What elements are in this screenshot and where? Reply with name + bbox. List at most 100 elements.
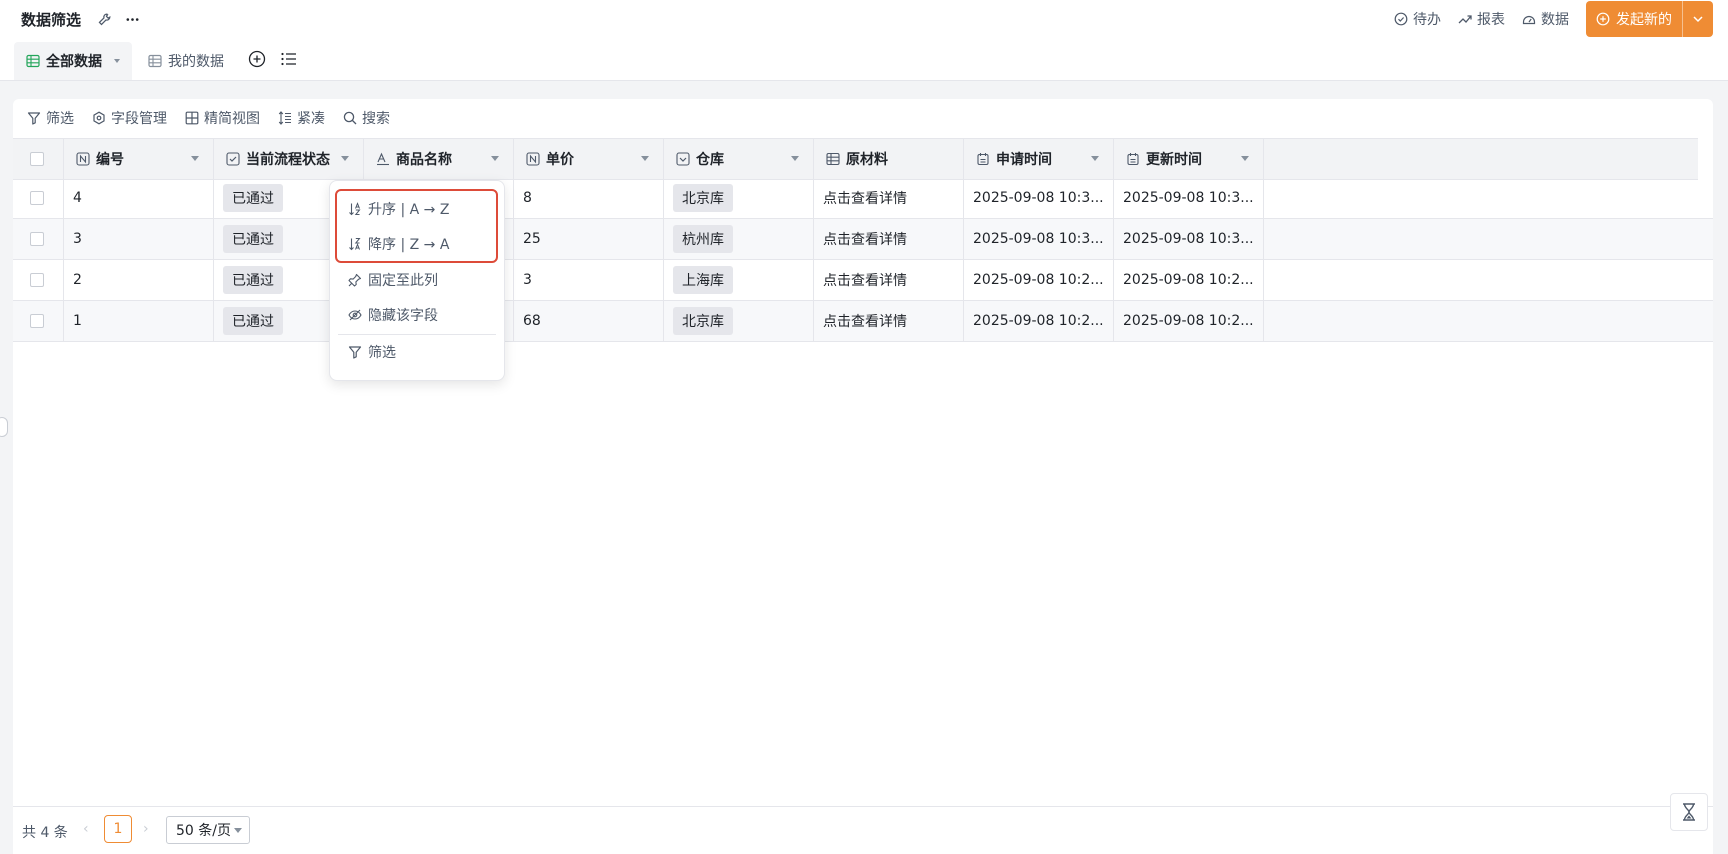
column-menu-caret[interactable] [641, 156, 649, 161]
table-row[interactable]: 4 已通过 8 北京库 点击查看详情 2025-09-08 10:3... 20… [13, 178, 1713, 219]
hide-field-item[interactable]: 隐藏该字段 [348, 304, 438, 326]
status-badge: 已通过 [223, 307, 283, 335]
settings-icon [93, 111, 105, 125]
select-all-cell [13, 139, 64, 179]
cell-warehouse: 上海库 [664, 260, 814, 300]
table-row[interactable]: 3 已通过 25 杭州库 点击查看详情 2025-09-08 10:3... 2… [13, 219, 1713, 260]
status-badge: 已通过 [223, 266, 283, 294]
column-header-product-name[interactable]: 商品名称 [364, 139, 514, 179]
compact-view-button[interactable]: 精简视图 [185, 108, 260, 128]
trend-icon [1458, 15, 1472, 24]
row-select-cell [13, 219, 64, 259]
page-size-label: 50 条/页 [176, 823, 231, 839]
hide-field-label: 隐藏该字段 [368, 308, 438, 324]
select-all-checkbox[interactable] [30, 152, 44, 166]
new-submission-button[interactable]: 发起新的 [1586, 1, 1713, 37]
tab-all-data-label: 全部数据 [46, 54, 102, 70]
cell-material-link[interactable]: 点击查看详情 [814, 301, 964, 341]
cell-material-link[interactable]: 点击查看详情 [814, 260, 964, 300]
more-icon[interactable] [124, 11, 140, 27]
cell-applied-time: 2025-09-08 10:2... [964, 301, 1114, 341]
row-checkbox[interactable] [30, 191, 44, 205]
filter-button[interactable]: 筛选 [27, 108, 74, 128]
prev-page-icon[interactable]: ‹ [83, 821, 89, 837]
pin-column-item[interactable]: 固定至此列 [348, 269, 438, 291]
column-header-applied-time[interactable]: 申请时间 [964, 139, 1114, 179]
row-checkbox[interactable] [30, 273, 44, 287]
cell-id: 4 [64, 178, 214, 218]
hourglass-icon[interactable] [1670, 793, 1708, 831]
column-header-updated-time[interactable]: 更新时间 [1114, 139, 1264, 179]
column-label-status: 当前流程状态 [246, 152, 330, 168]
table-row[interactable]: 1 已通过 68 北京库 点击查看详情 2025-09-08 10:2... 2… [13, 301, 1713, 342]
caret-down-icon[interactable] [114, 59, 120, 63]
column-menu-caret[interactable] [791, 156, 799, 161]
table-icon [148, 54, 162, 68]
search-button[interactable]: 搜索 [343, 108, 390, 128]
column-header-status[interactable]: 当前流程状态 [214, 139, 364, 179]
table-row[interactable]: 2 已通过 3 上海库 点击查看详情 2025-09-08 10:2... 20… [13, 260, 1713, 301]
funnel-icon [27, 112, 41, 125]
column-label-applied-time: 申请时间 [996, 152, 1052, 168]
row-select-cell [13, 301, 64, 341]
current-page[interactable]: 1 [104, 815, 132, 843]
column-menu-caret[interactable] [491, 156, 499, 161]
cell-material-link[interactable]: 点击查看详情 [814, 178, 964, 218]
table-toolbar: 筛选 字段管理 精简视图 紧凑 搜索 [13, 99, 408, 137]
column-header-warehouse[interactable]: 仓库 [664, 139, 814, 179]
warehouse-badge: 北京库 [673, 307, 733, 335]
column-label-product-name: 商品名称 [396, 152, 452, 168]
table-icon [26, 54, 40, 68]
sidebar-toggle[interactable] [0, 417, 8, 437]
next-page-icon[interactable]: › [143, 821, 149, 837]
add-view-icon[interactable] [248, 50, 266, 68]
select-field-icon [676, 152, 690, 166]
report-link[interactable]: 报表 [1458, 9, 1505, 29]
data-label: 数据 [1541, 12, 1569, 28]
table-header: 编号 当前流程状态 商品名称 单价 仓库 原材料 申请时间 更新时间 [13, 138, 1698, 180]
column-header-id[interactable]: 编号 [64, 139, 214, 179]
sort-ascending-item[interactable]: 升序 | A → Z [348, 198, 449, 220]
row-height-icon [278, 111, 291, 125]
field-manage-button[interactable]: 字段管理 [92, 108, 167, 128]
check-circle-icon [1394, 12, 1408, 26]
cell-updated-time: 2025-09-08 10:3... [1114, 219, 1264, 259]
cell-id: 2 [64, 260, 214, 300]
tab-my-data-label: 我的数据 [168, 54, 224, 70]
column-menu-caret[interactable] [1241, 156, 1249, 161]
tab-all-data[interactable]: 全部数据 [14, 42, 132, 80]
filter-item[interactable]: 筛选 [348, 341, 396, 363]
column-menu-caret[interactable] [191, 156, 199, 161]
column-header-price[interactable]: 单价 [514, 139, 664, 179]
new-submission-dropdown[interactable] [1682, 1, 1713, 37]
row-checkbox[interactable] [30, 232, 44, 246]
wrench-icon[interactable] [96, 11, 112, 27]
data-panel: 筛选 字段管理 精简视图 紧凑 搜索 编号 当前流程状态 商品名称 单价 仓库 … [13, 99, 1713, 853]
grid-icon [185, 111, 199, 125]
caret-down-icon [233, 827, 242, 833]
cell-warehouse: 北京库 [664, 178, 814, 218]
view-list-icon[interactable] [280, 50, 298, 68]
column-menu-caret[interactable] [1091, 156, 1099, 161]
number-field-icon [76, 152, 90, 166]
row-checkbox[interactable] [30, 314, 44, 328]
cell-price: 3 [514, 260, 664, 300]
tab-my-data[interactable]: 我的数据 [148, 42, 224, 80]
column-context-menu: 升序 | A → Z 降序 | Z → A 固定至此列 隐藏该字段 筛选 [329, 180, 505, 381]
density-button[interactable]: 紧凑 [278, 108, 325, 128]
status-badge: 已通过 [223, 184, 283, 212]
warehouse-badge: 北京库 [673, 184, 733, 212]
sort-descending-item[interactable]: 降序 | Z → A [348, 233, 449, 255]
column-header-material[interactable]: 原材料 [814, 139, 964, 179]
cell-material-link[interactable]: 点击查看详情 [814, 219, 964, 259]
page-size-select[interactable]: 50 条/页 [166, 816, 250, 844]
search-icon [343, 111, 357, 125]
chevron-down-icon [1693, 16, 1703, 23]
filter-label: 筛选 [46, 111, 74, 127]
todo-link[interactable]: 待办 [1394, 9, 1441, 29]
data-link[interactable]: 数据 [1522, 9, 1569, 29]
column-label-updated-time: 更新时间 [1146, 152, 1202, 168]
column-menu-caret[interactable] [341, 156, 349, 161]
calendar-icon [1127, 153, 1139, 166]
cell-price: 68 [514, 301, 664, 341]
